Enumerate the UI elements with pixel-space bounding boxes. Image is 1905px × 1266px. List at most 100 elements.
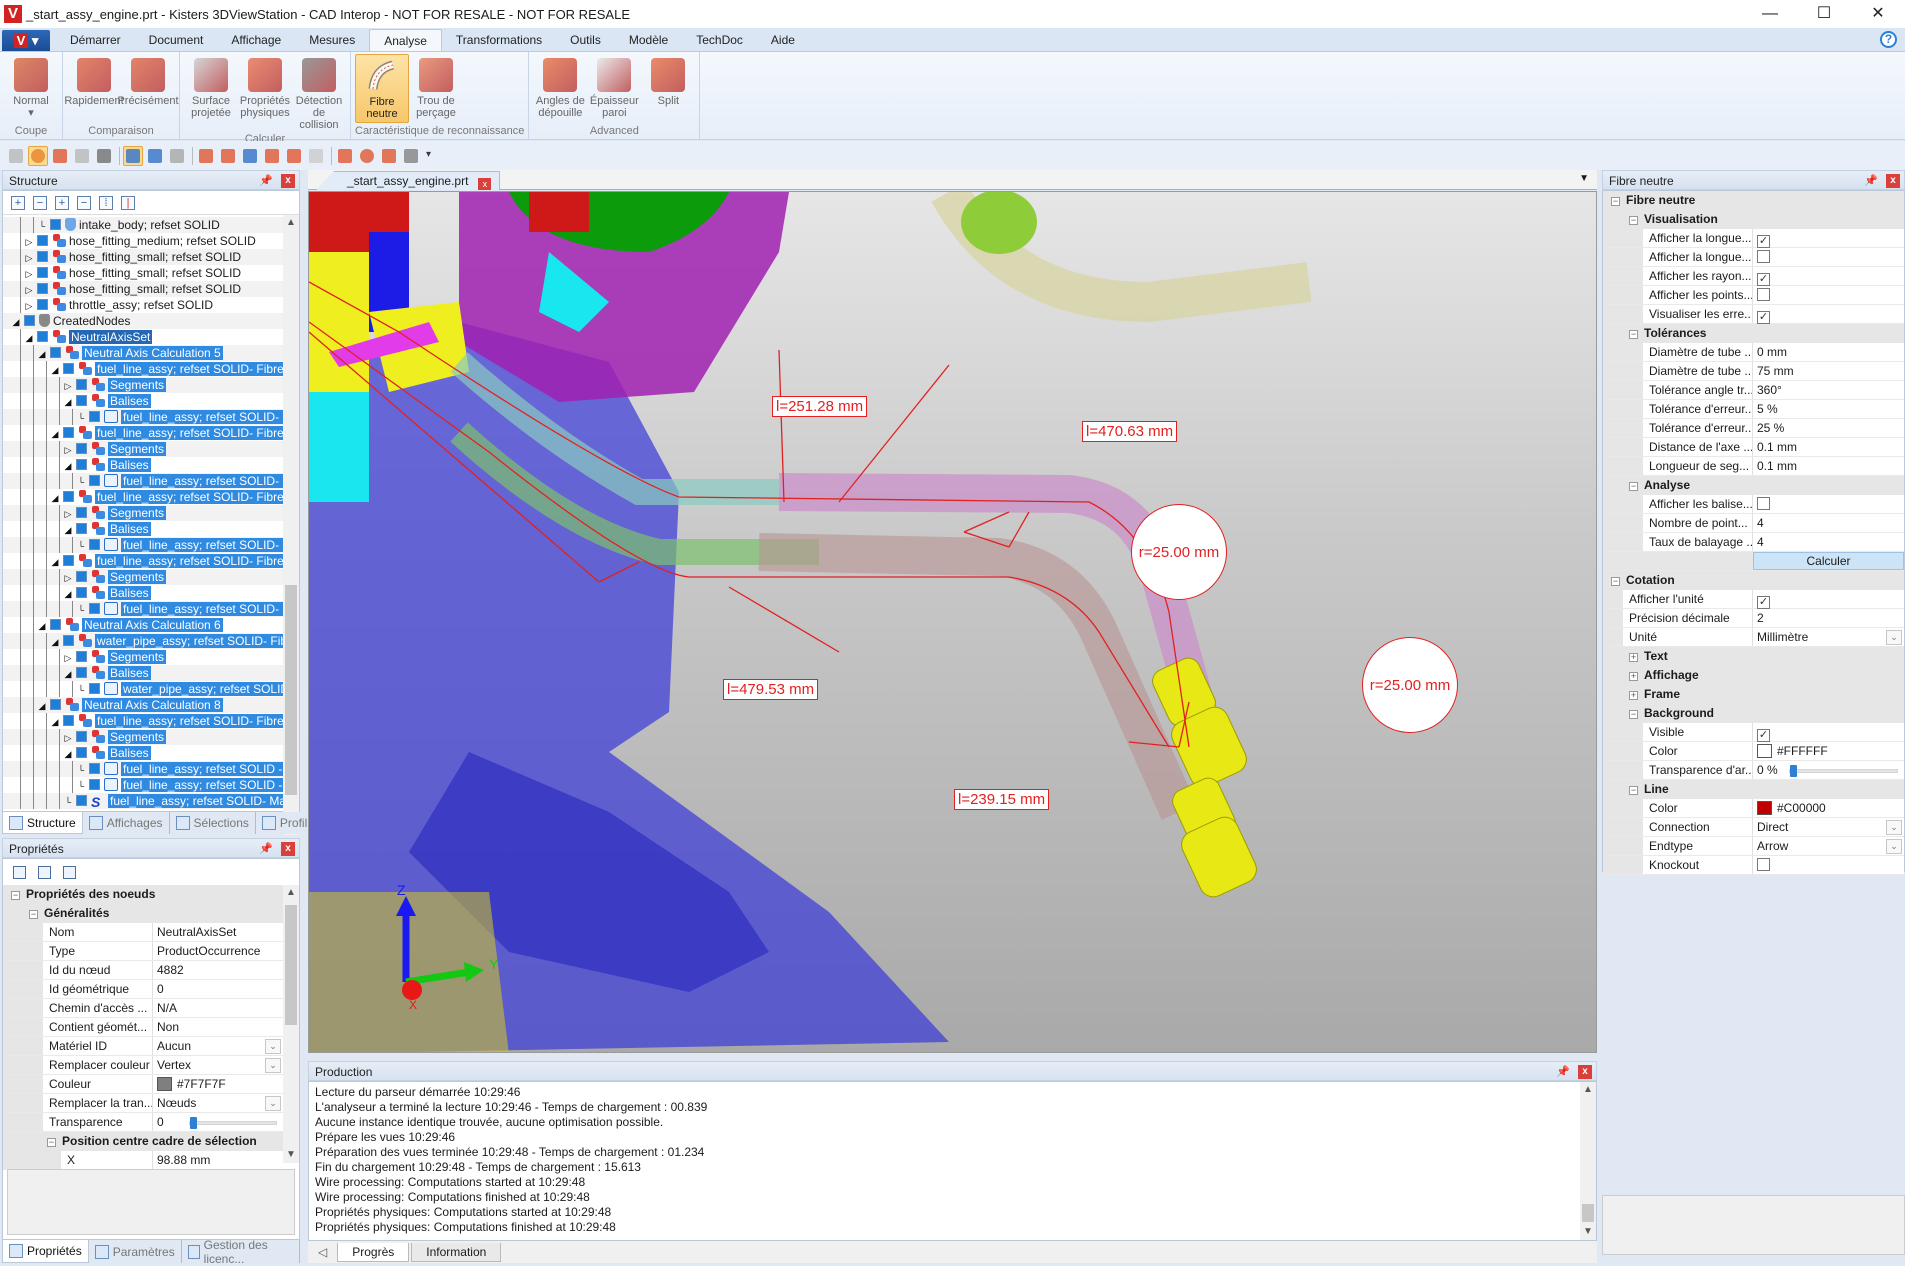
tree-node[interactable]: ◢ fuel_line_assy; refset SOLID- Fibre neu… — [3, 361, 285, 377]
checkbox[interactable]: ✓ — [1757, 596, 1770, 609]
tree-node[interactable]: ▷ throttle_assy; refset SOLID — [3, 297, 285, 313]
tree-node[interactable]: ◢ Balises — [3, 585, 285, 601]
expand-toggle-icon[interactable]: ◢ — [36, 618, 48, 634]
expand-toggle-icon[interactable]: ◢ — [10, 314, 22, 330]
expand-toggle-icon[interactable]: ◢ — [62, 746, 74, 762]
visibility-checkbox[interactable] — [76, 747, 87, 758]
property-value[interactable]: Nœuds ⌄ — [153, 1094, 283, 1112]
collapse-icon[interactable]: − — [29, 910, 38, 919]
expand-toggle-icon[interactable]: ◢ — [49, 714, 61, 730]
collision-detection-button[interactable]: Détection de collision — [292, 54, 346, 131]
split-icon[interactable]: ⁞ — [99, 195, 113, 210]
split-button[interactable]: Split — [641, 54, 695, 123]
visibility-checkbox[interactable] — [76, 507, 87, 518]
property-value[interactable]: ✓ — [1753, 305, 1904, 324]
property-row[interactable]: Type ProductOccurrence — [3, 942, 283, 961]
property-row[interactable]: X 98.88 mm — [3, 1151, 283, 1170]
physical-properties-button[interactable]: Propriétés physiques — [238, 54, 292, 131]
expand-toggle-icon[interactable]: ◢ — [49, 426, 61, 442]
color-swatch[interactable] — [1757, 744, 1772, 758]
property-row[interactable]: Couleur #7F7F7F — [3, 1075, 283, 1094]
minimize-button[interactable]: — — [1743, 0, 1797, 28]
property-value[interactable]: ProductOccurrence — [153, 942, 283, 960]
tree-node[interactable]: ◢ Balises — [3, 521, 285, 537]
collapse-icon[interactable]: − — [77, 195, 91, 210]
expand-toggle-icon[interactable]: ▷ — [62, 650, 74, 666]
visibility-checkbox[interactable] — [37, 283, 48, 294]
expand-toggle-icon[interactable]: ▷ — [62, 378, 74, 394]
property-category[interactable]: − Analyse — [1603, 476, 1904, 495]
visibility-checkbox[interactable] — [89, 475, 100, 486]
expand-toggle-icon[interactable]: ▷ — [23, 298, 35, 314]
expand-toggle-icon[interactable]: ▷ — [62, 442, 74, 458]
tree-node[interactable]: ◢ NeutralAxisSet — [3, 329, 285, 345]
copy-icon[interactable] — [13, 865, 26, 879]
tree-node[interactable]: └ water_pipe_assy; refset SOLID- Longueur — [3, 681, 285, 697]
property-category[interactable]: − Généralités — [3, 904, 283, 923]
expand-toggle-icon[interactable]: ▷ — [23, 234, 35, 250]
property-row[interactable]: Color #FFFFFF — [1603, 742, 1904, 761]
expand-toggle-icon[interactable]: ◢ — [62, 522, 74, 538]
select-box-icon[interactable] — [72, 146, 92, 166]
close-button[interactable]: ✕ — [1851, 0, 1905, 28]
property-category[interactable]: − Propriétés des noeuds — [3, 885, 283, 904]
property-row[interactable]: Précision décimale 2 — [1603, 609, 1904, 628]
property-category[interactable]: + Frame — [1603, 685, 1904, 704]
property-value[interactable]: 5 % — [1753, 400, 1904, 418]
neutral-fiber-button[interactable]: Fibre neutre — [355, 54, 409, 123]
scrollbar-thumb[interactable] — [285, 905, 297, 1025]
property-row[interactable]: Afficher les balise... — [1603, 495, 1904, 514]
visibility-checkbox[interactable] — [63, 635, 74, 646]
expand-toggle-icon[interactable]: ◢ — [49, 490, 61, 506]
zoom-box-icon[interactable] — [6, 146, 26, 166]
expand-all-icon[interactable]: + — [11, 195, 25, 210]
expand-toggle-icon[interactable]: ◢ — [62, 458, 74, 474]
property-row[interactable]: Contient géomét... Non — [3, 1018, 283, 1037]
view-top-icon[interactable] — [240, 146, 260, 166]
expand-toggle-icon[interactable]: ▷ — [23, 282, 35, 298]
collapse-icon[interactable]: − — [1629, 216, 1638, 225]
filter-icon[interactable]: | — [121, 195, 135, 210]
close-panel-button[interactable]: x — [1578, 1065, 1592, 1079]
collapse-icon[interactable]: − — [1629, 330, 1638, 339]
chevron-down-icon[interactable]: ⌄ — [1886, 630, 1902, 645]
length-annotation[interactable]: l=470.63 mm — [1082, 421, 1178, 442]
tree-node[interactable]: └ fuel_line_assy; refset SOLID- Longueur — [3, 409, 285, 425]
app-menu-button[interactable]: V ▾ — [2, 30, 50, 51]
expand-toggle-icon[interactable]: ◢ — [49, 554, 61, 570]
property-value[interactable]: 0 mm — [1753, 343, 1904, 361]
collapse-icon[interactable]: − — [1629, 710, 1638, 719]
property-category[interactable]: + Text — [1603, 647, 1904, 666]
expand-toggle-icon[interactable]: ◢ — [62, 394, 74, 410]
radius-annotation[interactable]: r=25.00 mm — [1131, 504, 1227, 600]
property-row[interactable]: Tolérance d'erreur... 5 % — [1603, 400, 1904, 419]
chevron-down-icon[interactable]: ⌄ — [265, 1096, 281, 1111]
visibility-checkbox[interactable] — [63, 491, 74, 502]
property-value[interactable]: Direct ⌄ — [1753, 818, 1904, 836]
length-annotation[interactable]: l=239.15 mm — [954, 789, 1050, 810]
tab-transformations[interactable]: Transformations — [442, 29, 556, 51]
tab-document[interactable]: Document — [135, 29, 218, 51]
tree-node[interactable]: ▷ Segments — [3, 505, 285, 521]
property-value[interactable] — [1753, 286, 1904, 304]
tree-node[interactable]: ◢ water_pipe_assy; refset SOLID- Fibre ne… — [3, 633, 285, 649]
tree-scrollbar[interactable]: ▲ ▼ — [283, 215, 299, 835]
close-panel-button[interactable]: x — [1886, 174, 1900, 188]
pin-icon[interactable]: 📌 — [1556, 1062, 1570, 1082]
tab-progrès[interactable]: Progrès — [337, 1242, 410, 1262]
property-row[interactable]: Afficher l'unité ✓ — [1603, 590, 1904, 609]
visibility-checkbox[interactable] — [50, 219, 61, 230]
expand-toggle-icon[interactable]: ◢ — [62, 586, 74, 602]
checkbox[interactable] — [1757, 250, 1770, 263]
calculate-button[interactable]: Calculer — [1753, 552, 1904, 570]
property-row[interactable]: Unité Millimètre ⌄ — [1603, 628, 1904, 647]
collapse-all-icon[interactable]: − — [33, 195, 47, 210]
tree-node[interactable]: ▷ Segments — [3, 377, 285, 393]
checkbox[interactable] — [1757, 497, 1770, 510]
tree-node[interactable]: ▷ hose_fitting_small; refset SOLID — [3, 265, 285, 281]
tree-node[interactable]: └ intake_body; refset SOLID — [3, 217, 285, 233]
property-category[interactable]: − Fibre neutre — [1603, 191, 1904, 210]
property-value[interactable]: Vertex ⌄ — [153, 1056, 283, 1074]
tree-node[interactable]: ◢ fuel_line_assy; refset SOLID- Fibre neu… — [3, 489, 285, 505]
compare-precise-button[interactable]: Précisément — [117, 54, 179, 123]
